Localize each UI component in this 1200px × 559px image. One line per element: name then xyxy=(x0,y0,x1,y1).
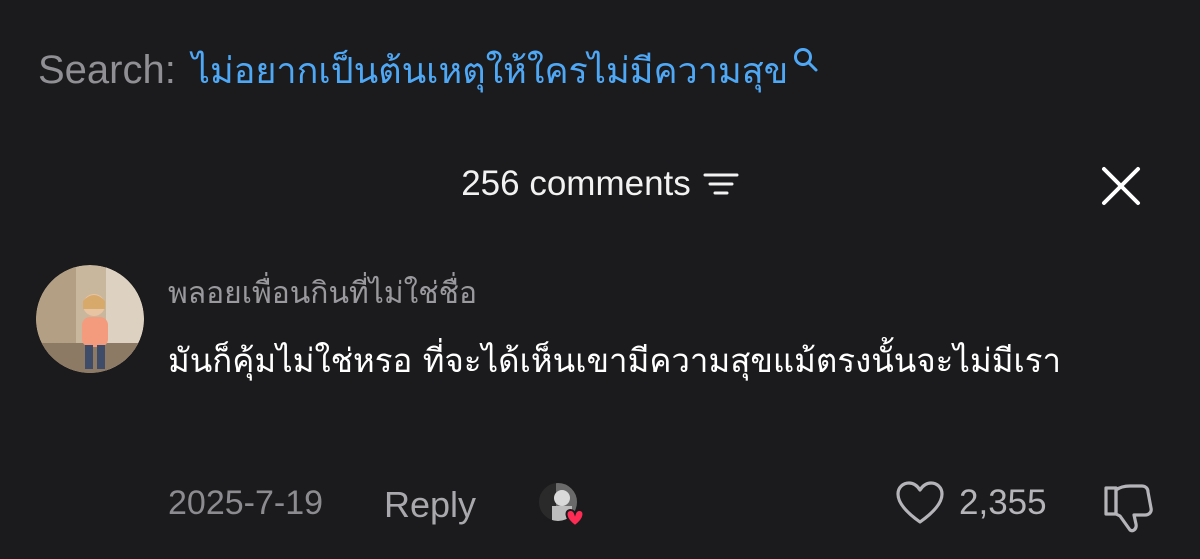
like-count: 2,355 xyxy=(959,483,1047,522)
heart-badge-icon xyxy=(565,508,585,528)
creator-liked-badge xyxy=(537,481,585,528)
search-label: Search: xyxy=(38,47,176,92)
comment-date: 2025-7-19 xyxy=(168,484,324,522)
heart-outline-icon[interactable] xyxy=(895,480,945,526)
search-icon[interactable] xyxy=(792,46,820,74)
comment-text: มันก็คุ้มไม่ใช่หรอ ที่จะได้เห็นเขามีความ… xyxy=(168,341,1062,380)
search-query-link[interactable]: ไม่อยากเป็นต้นเหตุให้ใครไม่มีความสุข xyxy=(192,42,788,99)
comments-header: 256 comments xyxy=(0,160,1200,208)
thumbs-down-icon[interactable] xyxy=(1100,480,1156,536)
comments-count: 256 comments xyxy=(461,164,691,203)
avatar[interactable] xyxy=(36,265,144,373)
search-bar[interactable]: Search: ไม่อยากเป็นต้นเหตุให้ใครไม่มีควา… xyxy=(38,40,820,100)
like-button[interactable]: 2,355 xyxy=(895,480,1047,526)
reply-button[interactable]: Reply xyxy=(384,484,476,526)
close-icon[interactable] xyxy=(1098,163,1144,209)
sort-lines-icon[interactable] xyxy=(703,169,739,199)
comment-username[interactable]: พลอยเพื่อนกินที่ไม่ใช่ชื่อ xyxy=(168,270,477,317)
